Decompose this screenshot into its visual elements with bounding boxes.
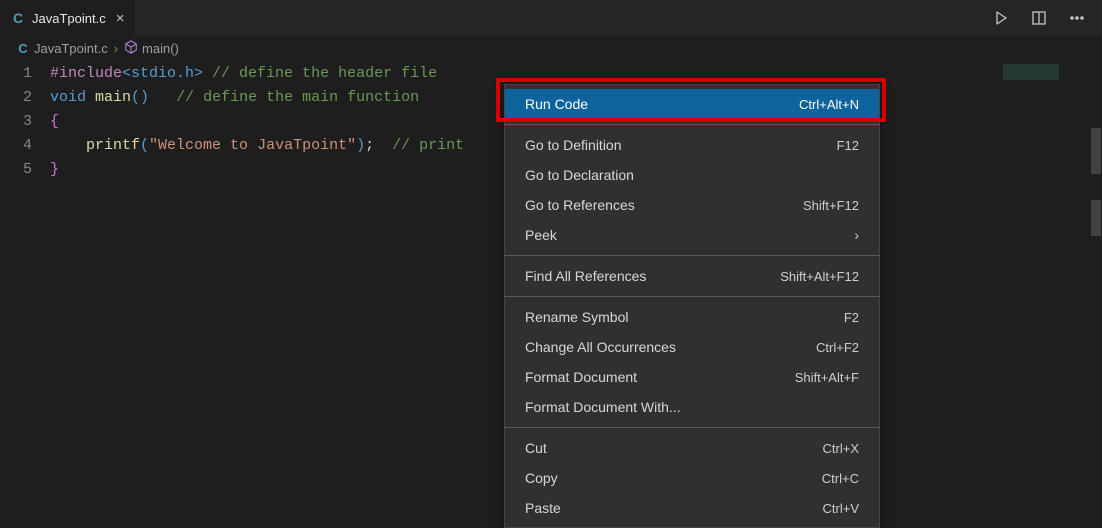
- line-number: 2: [0, 86, 32, 110]
- menu-item-label: Format Document With...: [525, 399, 681, 415]
- menu-item-label: Peek: [525, 227, 557, 243]
- menu-item-label: Format Document: [525, 369, 637, 385]
- code-line[interactable]: #include<stdio.h> // define the header f…: [50, 62, 997, 86]
- menu-item-change-all-occurrences[interactable]: Change All Occurrences Ctrl+F2: [505, 332, 879, 362]
- menu-item-copy[interactable]: Copy Ctrl+C: [505, 463, 879, 493]
- symbol-function-icon: [124, 40, 138, 57]
- menu-item-run-code[interactable]: Run Code Ctrl+Alt+N: [505, 89, 879, 119]
- menu-item-shortcut: Shift+Alt+F: [795, 370, 859, 385]
- menu-item-rename-symbol[interactable]: Rename Symbol F2: [505, 302, 879, 332]
- menu-item-format-document[interactable]: Format Document Shift+Alt+F: [505, 362, 879, 392]
- breadcrumb-symbol: main(): [142, 41, 179, 56]
- split-editor-icon[interactable]: [1028, 7, 1050, 29]
- breadcrumb-file: JavaTpoint.c: [34, 41, 108, 56]
- menu-item-paste[interactable]: Paste Ctrl+V: [505, 493, 879, 523]
- menu-item-go-to-references[interactable]: Go to References Shift+F12: [505, 190, 879, 220]
- menu-item-shortcut: F12: [837, 138, 859, 153]
- menu-item-shortcut: Ctrl+C: [822, 471, 859, 486]
- menu-item-label: Copy: [525, 470, 558, 486]
- line-number: 1: [0, 62, 32, 86]
- close-icon[interactable]: ×: [116, 11, 125, 26]
- menu-separator: [505, 124, 879, 125]
- line-gutter: 12345: [0, 62, 50, 510]
- menu-item-label: Go to Definition: [525, 137, 622, 153]
- menu-item-shortcut: Ctrl+Alt+N: [799, 97, 859, 112]
- c-language-icon: C: [10, 10, 26, 26]
- tab-label: JavaTpoint.c: [32, 11, 106, 26]
- more-icon[interactable]: [1066, 7, 1088, 29]
- menu-item-shortcut: Ctrl+V: [823, 501, 859, 516]
- menu-item-shortcut: Shift+F12: [803, 198, 859, 213]
- menu-item-label: Go to References: [525, 197, 635, 213]
- tabs-bar: C JavaTpoint.c ×: [0, 0, 1102, 36]
- menu-item-find-all-references[interactable]: Find All References Shift+Alt+F12: [505, 261, 879, 291]
- menu-item-cut[interactable]: Cut Ctrl+X: [505, 433, 879, 463]
- scrollbar[interactable]: [1088, 60, 1102, 510]
- menu-item-label: Change All Occurrences: [525, 339, 676, 355]
- menu-item-label: Rename Symbol: [525, 309, 629, 325]
- tab-actions: [990, 7, 1102, 29]
- menu-separator: [505, 296, 879, 297]
- chevron-right-icon: ›: [114, 41, 118, 56]
- menu-item-label: Find All References: [525, 268, 646, 284]
- context-menu: Run CodeCtrl+Alt+NGo to DefinitionF12Go …: [504, 84, 880, 528]
- menu-item-label: Run Code: [525, 96, 588, 112]
- menu-item-go-to-definition[interactable]: Go to Definition F12: [505, 130, 879, 160]
- menu-item-shortcut: Ctrl+X: [823, 441, 859, 456]
- menu-item-label: Cut: [525, 440, 547, 456]
- menu-item-go-to-declaration[interactable]: Go to Declaration: [505, 160, 879, 190]
- breadcrumb[interactable]: C JavaTpoint.c › main(): [0, 36, 1102, 60]
- menu-separator: [505, 427, 879, 428]
- chevron-right-icon: ›: [854, 227, 859, 243]
- editor-tab[interactable]: C JavaTpoint.c ×: [0, 0, 135, 36]
- menu-separator: [505, 255, 879, 256]
- menu-item-shortcut: F2: [844, 310, 859, 325]
- minimap[interactable]: [997, 60, 1102, 510]
- menu-item-format-document-with[interactable]: Format Document With...: [505, 392, 879, 422]
- line-number: 5: [0, 158, 32, 182]
- scrollbar-thumb[interactable]: [1091, 128, 1101, 174]
- menu-item-shortcut: Ctrl+F2: [816, 340, 859, 355]
- c-language-icon: C: [16, 41, 30, 56]
- menu-item-peek[interactable]: Peek ›: [505, 220, 879, 250]
- line-number: 3: [0, 110, 32, 134]
- run-icon[interactable]: [990, 7, 1012, 29]
- menu-item-shortcut: Shift+Alt+F12: [780, 269, 859, 284]
- scrollbar-thumb[interactable]: [1091, 200, 1101, 236]
- menu-item-label: Paste: [525, 500, 561, 516]
- menu-item-label: Go to Declaration: [525, 167, 634, 183]
- line-number: 4: [0, 134, 32, 158]
